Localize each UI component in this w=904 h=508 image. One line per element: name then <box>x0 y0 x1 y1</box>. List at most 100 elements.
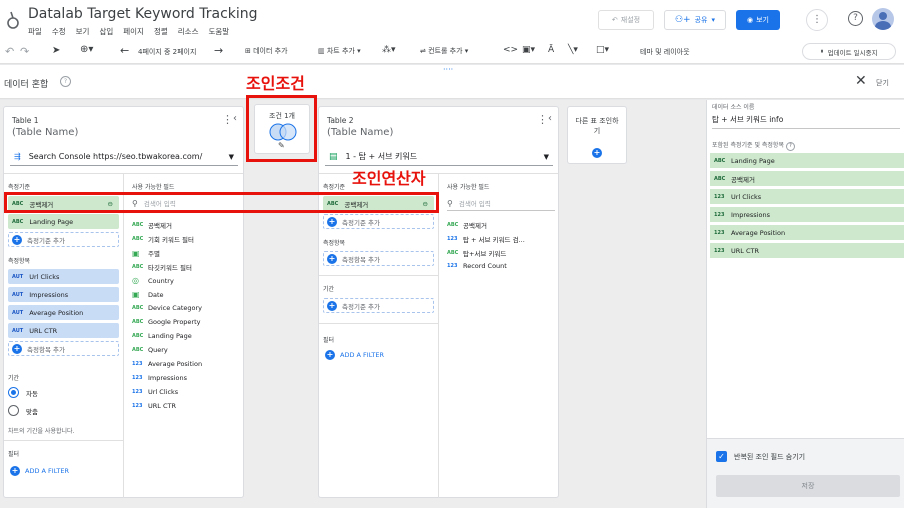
field-item[interactable]: ABC 공백제거 <box>132 220 172 230</box>
add-data-button[interactable]: ⊞ 데이터 추가 <box>245 46 288 56</box>
field-item[interactable]: ▣ 주별 <box>132 248 160 259</box>
add-date-dimension-button[interactable]: + 측정기준 추가 <box>323 298 434 313</box>
field-item[interactable]: ABC Landing Page <box>132 332 192 340</box>
help-icon[interactable]: ? <box>60 76 71 87</box>
field-item[interactable]: 123 Impressions <box>132 374 187 382</box>
avatar[interactable] <box>872 8 894 30</box>
join-another-label: 다른 표 조인하기 <box>575 117 619 135</box>
add-dimension-button[interactable]: + 측정기준 추가 <box>323 214 434 229</box>
menu-help[interactable]: 도움말 <box>208 26 229 37</box>
add-metric-button[interactable]: + 측정항목 추가 <box>8 341 119 356</box>
logo-icon[interactable] <box>6 10 20 30</box>
menu-resource[interactable]: 리소스 <box>178 26 199 37</box>
field-item[interactable]: ABC 기회 키워드 필터 <box>132 234 194 244</box>
add-icon: + <box>12 234 22 245</box>
view-button[interactable]: ◉ 보기 <box>736 10 780 30</box>
radio-auto[interactable]: 자동 <box>8 387 38 398</box>
metric-chip[interactable]: AUT Impressions <box>8 287 119 302</box>
close-icon[interactable]: ✕ <box>855 73 867 89</box>
table2-more-icon[interactable]: ⋮ <box>537 113 548 126</box>
text-icon[interactable]: Ā <box>548 45 554 55</box>
add-metric-button[interactable]: + 측정항목 추가 <box>323 251 434 266</box>
field-item[interactable]: 123 탑 + 서브 키워드 검... <box>447 234 525 244</box>
table1-more-icon[interactable]: ⋮ <box>222 113 233 126</box>
field-item[interactable]: 123 URL CTR <box>132 402 176 410</box>
undo-icon[interactable]: ↶ <box>5 45 14 58</box>
field-item[interactable]: ABC Device Category <box>132 304 202 312</box>
included-field-row[interactable]: 123 Average Position <box>710 225 904 240</box>
field-search-input[interactable]: ⚲ 검색어 입력 <box>447 196 555 211</box>
close-button[interactable]: 닫기 <box>876 78 889 88</box>
code-icon[interactable]: <> <box>503 45 518 55</box>
add-icon: + <box>325 350 335 360</box>
prev-page-icon[interactable]: ← <box>120 44 129 57</box>
add-filter-button[interactable]: + ADD A FILTER <box>325 350 384 360</box>
pause-updates-button[interactable]: ⏸ 업데이트 일시중지 <box>802 43 896 60</box>
reset-button[interactable]: ↶ 재설정 <box>598 10 654 30</box>
field-item[interactable]: ABC Google Property <box>132 318 201 326</box>
metrics-label: 측정항목 <box>323 240 346 247</box>
field-item[interactable]: ABC 탑+서브 키워드 <box>447 248 506 258</box>
add-dimension-button[interactable]: + 측정기준 추가 <box>8 232 119 247</box>
add-filter-button[interactable]: + ADD A FILTER <box>10 466 69 476</box>
add-chart-button[interactable]: ▥ 차트 추가 ▾ <box>318 46 361 56</box>
save-button[interactable]: 저장 <box>716 475 900 497</box>
collapse-icon[interactable]: ‹ <box>233 113 237 124</box>
page-indicator: 4페이지 중 2페이지 <box>138 48 197 56</box>
field-item[interactable]: 123 Record Count <box>447 262 507 270</box>
field-item[interactable]: ABC 타깃키워드 필터 <box>132 262 192 272</box>
included-field-row[interactable]: 123 URL CTR <box>710 243 904 258</box>
add-control-button[interactable]: ⇌ 컨트롤 추가 ▾ <box>420 46 468 56</box>
included-field-row[interactable]: 123 Impressions <box>710 207 904 222</box>
included-field-row[interactable]: 123 Url Clicks <box>710 189 904 204</box>
menu-file[interactable]: 파일 <box>28 26 42 37</box>
menu-arrange[interactable]: 정렬 <box>154 26 168 37</box>
search-console-icon: ⇶ <box>14 152 21 161</box>
help-icon[interactable]: ? <box>785 142 795 151</box>
menu-view[interactable]: 보기 <box>76 26 90 37</box>
menu-edit[interactable]: 수정 <box>52 26 66 37</box>
field-item[interactable]: 123 Average Position <box>132 360 202 368</box>
next-page-icon[interactable]: → <box>214 44 223 57</box>
radio-custom[interactable]: 맞춤 <box>8 405 38 416</box>
image-icon[interactable]: ▣▾ <box>522 45 535 55</box>
join-another-table-button[interactable]: 다른 표 조인하기 + <box>567 106 627 164</box>
more-menu-icon[interactable]: ⋮ <box>806 9 828 31</box>
add-data-icon: ⊞ <box>245 47 254 55</box>
community-viz-icon[interactable]: ⁂▾ <box>382 45 396 55</box>
line-icon[interactable]: ╲▾ <box>568 45 578 55</box>
table1-name[interactable]: (Table Name) <box>12 127 78 138</box>
table1-title: Table 1 <box>12 116 39 125</box>
report-title[interactable]: Datalab Target Keyword Tracking <box>28 6 258 22</box>
included-field-row[interactable]: ABC Landing Page <box>710 153 904 168</box>
field-item[interactable]: 123 Url Clicks <box>132 388 178 396</box>
shape-icon[interactable]: □▾ <box>596 45 609 55</box>
theme-layout-button[interactable]: 테마 및 레이아웃 <box>640 47 690 57</box>
included-field-row[interactable]: ABC 공백제거 <box>710 171 904 186</box>
menu-page[interactable]: 페이지 <box>123 26 144 37</box>
app-header: Datalab Target Keyword Tracking 파일 수정 보기… <box>0 0 904 40</box>
metric-chip[interactable]: AUT Average Position <box>8 305 119 320</box>
table1-source-select[interactable]: ⇶ Search Console https://seo.tbwakorea.c… <box>10 148 238 166</box>
datasource-name-input[interactable]: 탑 + 서브 키워드 info <box>712 114 900 129</box>
field-item[interactable]: ABC Query <box>132 346 168 354</box>
field-item[interactable]: ABC 공백제거 <box>447 220 487 230</box>
collapse-icon[interactable]: ‹ <box>548 113 552 124</box>
metric-chip[interactable]: AUT URL CTR <box>8 323 119 338</box>
help-icon[interactable]: ? <box>848 11 863 26</box>
zoom-icon[interactable]: ⊕▾ <box>80 44 93 55</box>
field-item[interactable]: ◎ Country <box>132 276 174 285</box>
redo-icon[interactable]: ↷ <box>20 45 29 58</box>
table2-name[interactable]: (Table Name) <box>327 127 393 138</box>
menu-insert[interactable]: 삽입 <box>99 26 113 37</box>
checkbox-checked-icon: ✓ <box>716 451 727 462</box>
filter-label: 필터 <box>323 337 335 344</box>
drag-handle-icon[interactable]: ···· <box>443 65 453 74</box>
field-item[interactable]: ▣ Date <box>132 290 164 299</box>
table2-source-select[interactable]: ▤ 1 - 탑 + 서브 키워드 ▼ <box>325 148 553 166</box>
select-cursor-icon[interactable]: ➤ <box>52 45 60 56</box>
dimension-chip[interactable]: ABC Landing Page <box>8 214 119 229</box>
share-button[interactable]: ⚇+ 공유 ▾ <box>664 10 726 30</box>
hide-repeated-fields-checkbox[interactable]: ✓ 반복된 조인 필드 숨기기 <box>716 451 805 462</box>
metric-chip[interactable]: AUT Url Clicks <box>8 269 119 284</box>
